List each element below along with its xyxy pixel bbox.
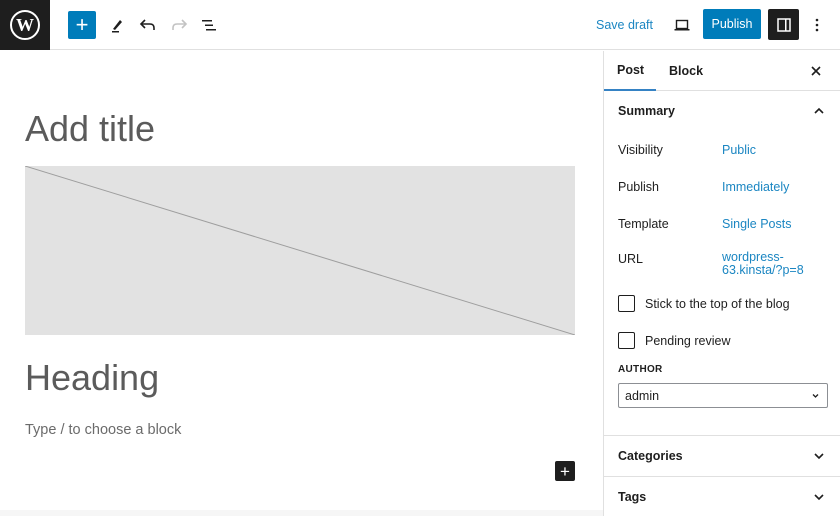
undo-icon: [139, 19, 155, 30]
list-view-icon: [202, 20, 216, 31]
redo-icon: [172, 19, 188, 30]
author-label: AUTHOR: [618, 364, 663, 375]
plus-icon: +: [75, 12, 89, 37]
sticky-label[interactable]: Stick to the top of the blog: [645, 297, 790, 311]
save-draft-button[interactable]: Save draft: [592, 10, 657, 40]
plus-icon: +: [560, 461, 570, 481]
template-label: Template: [618, 217, 669, 231]
wordpress-icon: W: [10, 10, 40, 40]
sticky-checkbox[interactable]: [618, 295, 635, 312]
block-inserter-button[interactable]: +: [68, 11, 96, 39]
publish-label: Publish: [618, 180, 659, 194]
categories-panel-toggle[interactable]: Categories: [604, 436, 840, 476]
author-select[interactable]: admin: [618, 383, 828, 408]
desktop-icon: [674, 19, 690, 31]
svg-text:W: W: [16, 15, 34, 35]
summary-title: Summary: [618, 104, 675, 118]
close-sidebar-button[interactable]: [806, 61, 826, 81]
options-button[interactable]: [806, 12, 828, 38]
pending-review-checkbox[interactable]: [618, 332, 635, 349]
heading-block[interactable]: Heading: [25, 357, 159, 399]
redo-button[interactable]: [166, 12, 192, 38]
sidebar-tabs: Post Block: [604, 51, 840, 91]
placeholder-diagonal-icon: [25, 166, 575, 335]
chevron-down-icon: [814, 453, 824, 460]
chevron-down-icon: [812, 394, 819, 398]
tab-post[interactable]: Post: [604, 51, 656, 91]
categories-title: Categories: [618, 449, 683, 463]
post-title-input[interactable]: Add title: [25, 108, 155, 150]
author-value: admin: [625, 388, 660, 403]
publish-button[interactable]: Publish: [703, 9, 761, 39]
settings-sidebar: Post Block Summary Visibility Public Pub…: [603, 51, 840, 516]
list-view-button[interactable]: [196, 12, 222, 38]
editor-canvas: Add title Heading Type / to choose a blo…: [0, 51, 603, 516]
chevron-down-icon: [814, 494, 824, 501]
tab-block[interactable]: Block: [656, 51, 716, 91]
url-label: URL: [618, 252, 644, 266]
visibility-label: Visibility: [618, 143, 663, 157]
template-value[interactable]: Single Posts: [722, 218, 791, 231]
url-value-line2: 63.kinsta/?p=8: [722, 263, 804, 277]
image-placeholder[interactable]: [25, 166, 575, 335]
url-value[interactable]: wordpress- 63.kinsta/?p=8: [722, 251, 804, 277]
visibility-value[interactable]: Public: [722, 144, 756, 157]
pending-review-label[interactable]: Pending review: [645, 334, 730, 348]
chevron-up-icon: [814, 107, 824, 114]
preview-button[interactable]: [669, 12, 695, 38]
settings-button[interactable]: [768, 9, 799, 40]
pencil-icon: [112, 20, 122, 33]
wordpress-logo[interactable]: W: [0, 0, 50, 50]
publish-date-value[interactable]: Immediately: [722, 181, 789, 194]
undo-button[interactable]: [135, 12, 161, 38]
close-icon: [811, 66, 821, 76]
summary-panel-toggle[interactable]: Summary: [604, 91, 840, 131]
tags-title: Tags: [618, 490, 647, 504]
tools-button[interactable]: [104, 12, 130, 38]
paragraph-placeholder[interactable]: Type / to choose a block: [25, 422, 181, 438]
vertical-ellipsis-icon: [815, 18, 819, 32]
add-block-button[interactable]: +: [555, 461, 575, 481]
sidebar-icon: [776, 17, 791, 32]
tags-panel-toggle[interactable]: Tags: [604, 477, 840, 517]
editor-header: W + Save draft Publish: [0, 0, 840, 50]
editor-footer: [0, 510, 603, 516]
